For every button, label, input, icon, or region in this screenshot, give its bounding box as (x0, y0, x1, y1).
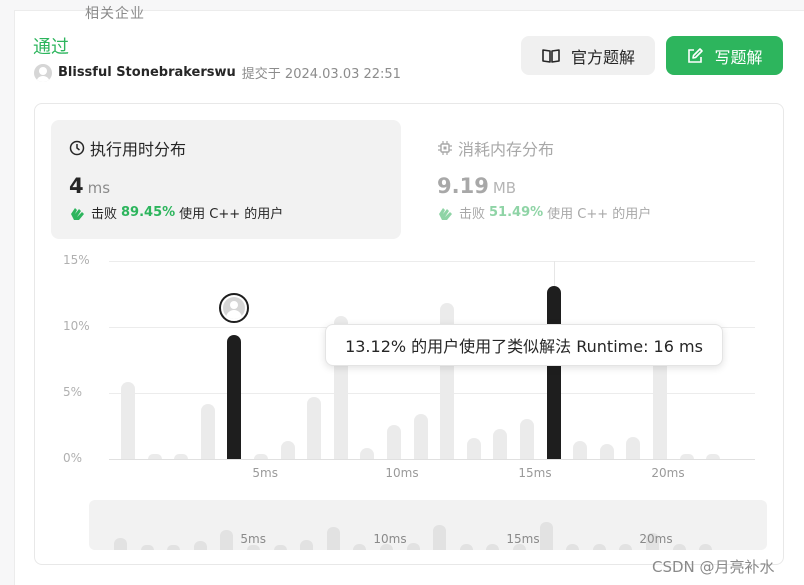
x-tick-label: 5ms (252, 466, 278, 480)
memory-beat-percent: 51.49% (489, 205, 544, 220)
minimap-bar (699, 544, 713, 550)
y-tick-label: 15% (63, 253, 90, 267)
watermark: CSDN @月亮补水 (652, 558, 775, 576)
official-solution-button[interactable]: 官方题解 (521, 36, 655, 75)
gridline (109, 459, 755, 460)
write-solution-button[interactable]: 写题解 (666, 36, 783, 75)
runtime-beat-percent: 89.45% (121, 205, 176, 220)
chart-bar[interactable] (254, 454, 268, 459)
runtime-beat-suffix: 使用 C++ 的用户 (179, 207, 284, 222)
x-tick-label: 15ms (518, 466, 552, 480)
username-link[interactable]: Blissful Stonebrakerswu (58, 65, 236, 80)
chart-bar[interactable] (227, 334, 242, 459)
y-tick-label: 5% (63, 385, 83, 399)
minimap-bar (353, 544, 367, 550)
chart-bar[interactable] (546, 285, 561, 459)
x-tick-label: 20ms (651, 466, 685, 480)
runtime-beat-prefix: 击败 (91, 207, 118, 222)
minimap-bar (566, 544, 580, 550)
minimap-bar (326, 526, 340, 550)
runtime-stat-tab[interactable]: 执行用时分布 4 ms 击败 89.45% 使用 C++ 的用户 (51, 120, 401, 239)
chart-bar[interactable] (599, 444, 614, 459)
minimap-bar (433, 524, 447, 550)
chart-bar[interactable] (493, 428, 508, 459)
submitted-time: 提交于 2024.03.03 22:51 (241, 67, 401, 82)
memory-value: 9.19 (437, 174, 489, 198)
range-selector-minimap[interactable]: 5ms 10ms 15ms 20ms (89, 500, 767, 550)
chart-bar[interactable] (626, 436, 641, 459)
x-tick-label: 10ms (385, 466, 419, 480)
chart-tooltip: 13.12% 的用户使用了类似解法 Runtime: 16 ms (325, 324, 723, 366)
your-submission-avatar-marker (219, 292, 250, 323)
minimap-bar (486, 544, 500, 550)
user-avatar[interactable] (34, 63, 52, 82)
clap-hands-icon (71, 207, 84, 220)
memory-title: 消耗内存分布 (458, 140, 555, 159)
chart-bar[interactable] (387, 424, 401, 459)
runtime-unit: ms (87, 179, 111, 197)
memory-beat-suffix: 使用 C++ 的用户 (547, 207, 652, 222)
memory-beat-prefix: 击败 (459, 207, 486, 222)
cut-off-title: 相关企业 (85, 6, 145, 22)
minimap-tick-label: 10ms (373, 532, 407, 546)
chart-bar[interactable] (679, 453, 694, 459)
minimap-tick-label: 15ms (506, 532, 540, 546)
chart-bar[interactable] (706, 454, 721, 459)
minimap-bar (672, 544, 686, 550)
memory-unit: MB (492, 179, 517, 197)
chip-icon (438, 141, 452, 155)
chart-bar[interactable] (360, 448, 375, 459)
gridline (109, 261, 755, 262)
status-accepted: 通过 (33, 37, 69, 58)
runtime-title: 执行用时分布 (90, 140, 187, 159)
submitter-info: Blissful Stonebrakerswu 提交于 2024.03.03 2… (34, 63, 401, 82)
runtime-value: 4 (69, 174, 84, 198)
submission-panel: 相关企业 通过 Blissful Stonebrakerswu 提交于 2024… (14, 6, 804, 585)
minimap-bar (114, 537, 127, 550)
chart-bar[interactable] (520, 419, 534, 459)
chart-bar[interactable] (466, 437, 481, 459)
clock-icon (69, 140, 85, 156)
minimap-bar (273, 545, 287, 550)
avatar-marker-image (223, 296, 246, 319)
chart-bar[interactable] (200, 403, 215, 459)
minimap-bar (167, 544, 181, 550)
minimap-tick-label: 5ms (240, 532, 266, 546)
minimap-bar (220, 529, 234, 550)
minimap-tick-label: 20ms (639, 532, 673, 546)
chart-bar[interactable] (121, 382, 135, 459)
chart-bar[interactable] (573, 440, 588, 459)
book-icon (542, 48, 560, 63)
edit-icon (688, 47, 704, 63)
chart-bar[interactable] (280, 440, 295, 459)
official-solution-label: 官方题解 (570, 47, 635, 67)
memory-stat-tab[interactable]: 消耗内存分布 9.19 MB 击败 51.49% 使用 C++ 的用户 (419, 120, 769, 239)
minimap-bar (193, 541, 207, 550)
clap-hands-icon (439, 207, 452, 220)
chart-bar[interactable] (413, 414, 428, 459)
chart-bar[interactable] (307, 396, 322, 459)
chart-bar[interactable] (147, 454, 162, 459)
write-solution-label: 写题解 (714, 47, 763, 67)
minimap-bar (592, 544, 606, 550)
minimap-bar (539, 522, 553, 550)
y-tick-label: 10% (63, 319, 90, 333)
minimap-bar (459, 544, 473, 550)
minimap-bar (406, 542, 420, 550)
performance-card: 执行用时分布 4 ms 击败 89.45% 使用 C++ 的用户 消耗内存分布 … (34, 103, 784, 565)
minimap-bar (140, 544, 154, 550)
chart-bar[interactable] (174, 454, 189, 459)
minimap-bar (619, 544, 633, 550)
y-tick-label: 0% (63, 451, 83, 465)
minimap-bar (300, 539, 314, 550)
